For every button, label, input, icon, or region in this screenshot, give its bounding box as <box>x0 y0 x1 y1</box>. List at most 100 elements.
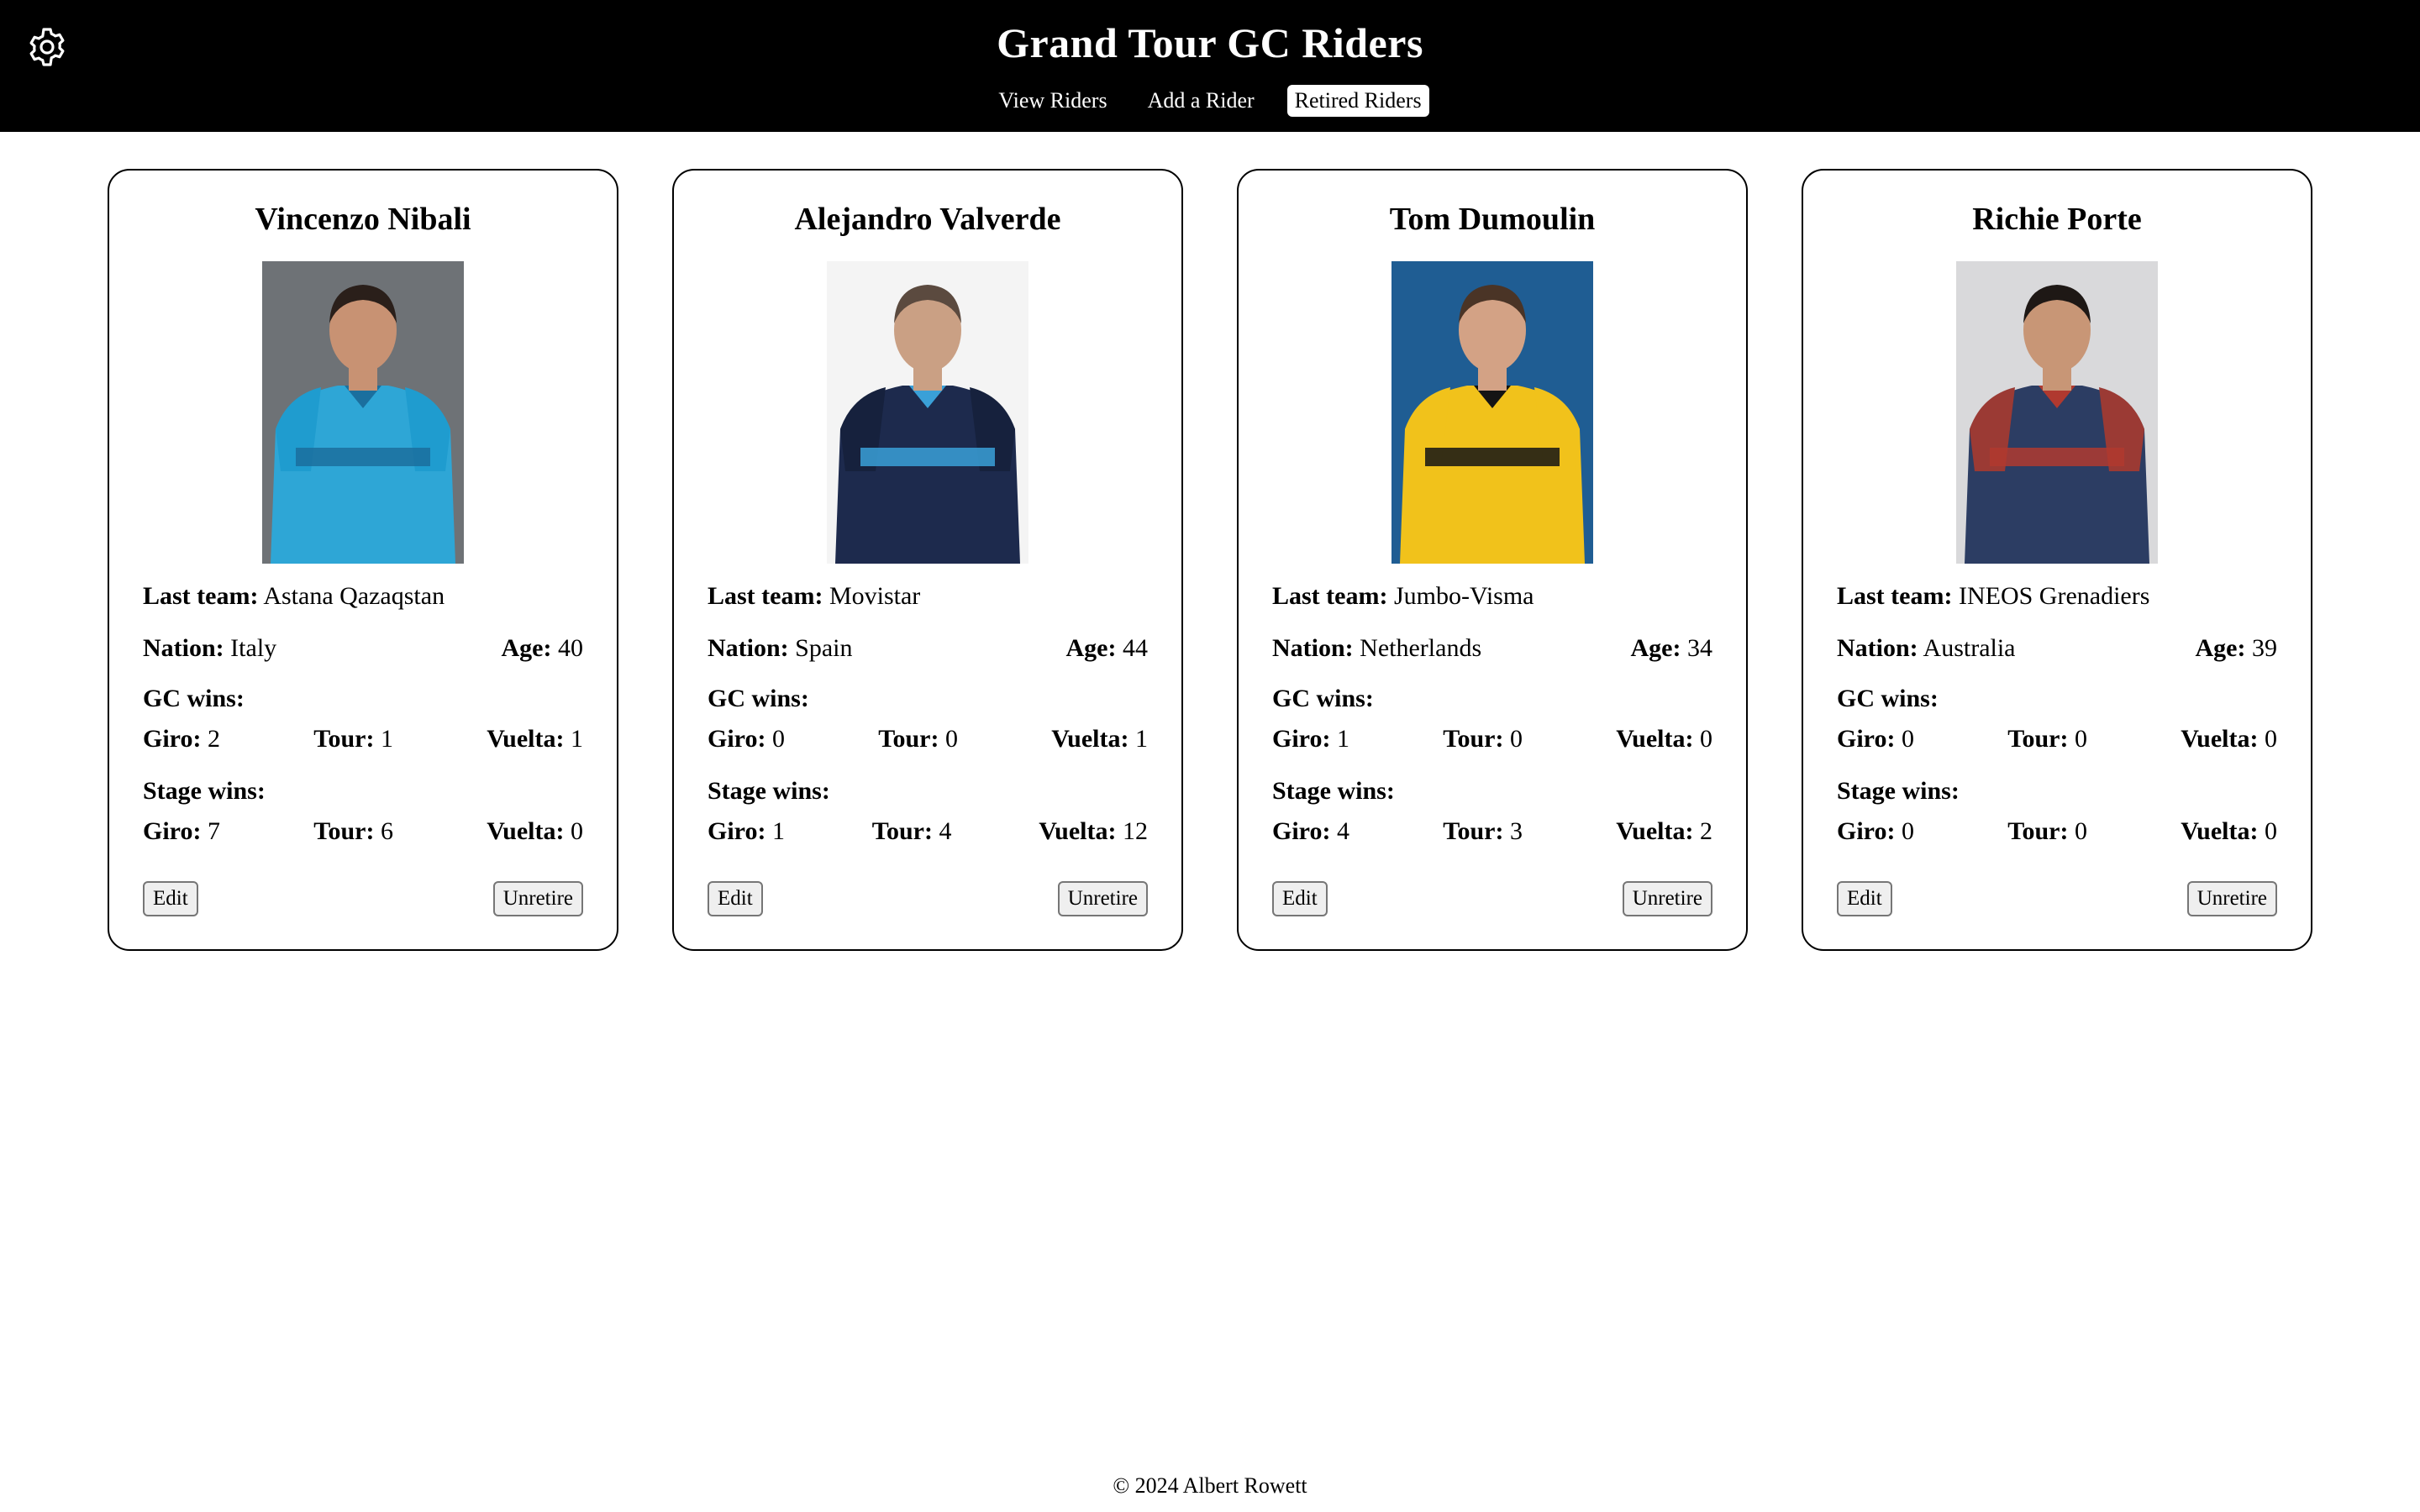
giro-label: Giro: <box>143 817 202 845</box>
gc-wins-heading: GC wins: <box>1272 684 1712 714</box>
gc-vuelta-value: 0 <box>2264 725 2277 753</box>
last-team-row: Last team: Movistar <box>708 581 1148 612</box>
rider-card: Richie Porte Last team: INEOS Grenadiers… <box>1802 169 2312 951</box>
stage-tour-value: 3 <box>1509 817 1523 845</box>
site-header: Grand Tour GC Riders View Riders Add a R… <box>0 0 2420 132</box>
unretire-button[interactable]: Unretire <box>2186 881 2277 916</box>
edit-button[interactable]: Edit <box>1272 881 1328 916</box>
unretire-button[interactable]: Unretire <box>1622 881 1712 916</box>
gc-giro-value: 0 <box>1901 725 1914 753</box>
age-value: 44 <box>1123 634 1148 662</box>
nation-value: Netherlands <box>1360 634 1482 662</box>
tour-label: Tour: <box>1443 817 1504 845</box>
edit-button[interactable]: Edit <box>1837 881 1892 916</box>
stage-wins-heading: Stage wins: <box>1837 776 2277 806</box>
stage-wins-row: Giro: 7 Tour: 6 Vuelta: 0 <box>143 816 583 847</box>
tour-label: Tour: <box>1443 725 1504 753</box>
last-team-value: Jumbo-Visma <box>1393 582 1534 610</box>
gc-wins-label: GC wins: <box>708 685 809 712</box>
nation-age-row: Nation: Australia Age: 39 <box>1837 633 2277 664</box>
stage-tour-value: 4 <box>939 817 952 845</box>
last-team-label: Last team: <box>708 582 823 610</box>
nation-age-row: Nation: Netherlands Age: 34 <box>1272 633 1712 664</box>
rider-photo <box>1956 261 2158 564</box>
stage-wins-row: Giro: 0 Tour: 0 Vuelta: 0 <box>1837 816 2277 847</box>
nation-value: Italy <box>230 634 277 662</box>
gc-wins-row: Giro: 0 Tour: 0 Vuelta: 1 <box>708 724 1148 754</box>
vuelta-label: Vuelta: <box>1051 725 1129 753</box>
tour-label: Tour: <box>2007 817 2069 845</box>
rider-portrait <box>262 261 464 564</box>
nation-value: Spain <box>795 634 853 662</box>
tour-label: Tour: <box>2007 725 2069 753</box>
stage-giro-value: 7 <box>207 817 220 845</box>
giro-label: Giro: <box>143 725 202 753</box>
age-value: 40 <box>558 634 583 662</box>
gc-wins-row: Giro: 2 Tour: 1 Vuelta: 1 <box>143 724 583 754</box>
stage-vuelta-value: 2 <box>1699 817 1712 845</box>
age-value: 34 <box>1687 634 1712 662</box>
rider-name: Richie Porte <box>1972 202 2142 237</box>
age-label: Age: <box>1065 634 1117 662</box>
rider-card: Tom Dumoulin Last team: Jumbo-Visma Nati… <box>1237 169 1748 951</box>
stage-wins-row: Giro: 1 Tour: 4 Vuelta: 12 <box>708 816 1148 847</box>
nav-add-rider[interactable]: Add a Rider <box>1140 85 1262 117</box>
stage-wins-heading: Stage wins: <box>1272 776 1712 806</box>
nav-retired-riders[interactable]: Retired Riders <box>1286 85 1429 117</box>
gc-vuelta-value: 0 <box>1699 725 1712 753</box>
rider-photo <box>262 261 464 564</box>
stage-wins-label: Stage wins: <box>1837 777 1960 805</box>
gc-wins-heading: GC wins: <box>1837 684 2277 714</box>
nation-age-row: Nation: Italy Age: 40 <box>143 633 583 664</box>
gc-wins-label: GC wins: <box>1837 685 1939 712</box>
giro-label: Giro: <box>1837 725 1896 753</box>
nation-age-row: Nation: Spain Age: 44 <box>708 633 1148 664</box>
rider-name: Alejandro Valverde <box>794 202 1061 237</box>
stage-tour-value: 0 <box>2074 817 2087 845</box>
age-label: Age: <box>2195 634 2246 662</box>
nav-view-riders[interactable]: View Riders <box>991 85 1114 117</box>
rider-cards: Vincenzo Nibali Last team: Astana Qazaqs… <box>108 169 2312 951</box>
gc-giro-value: 1 <box>1336 725 1349 753</box>
last-team-label: Last team: <box>1837 582 1953 610</box>
unretire-button[interactable]: Unretire <box>492 881 583 916</box>
vuelta-label: Vuelta: <box>1039 817 1117 845</box>
stage-wins-label: Stage wins: <box>143 777 266 805</box>
gc-wins-heading: GC wins: <box>708 684 1148 714</box>
stage-vuelta-value: 0 <box>2264 817 2277 845</box>
rider-card: Vincenzo Nibali Last team: Astana Qazaqs… <box>108 169 618 951</box>
gc-giro-value: 0 <box>771 725 785 753</box>
vuelta-label: Vuelta: <box>2181 725 2259 753</box>
gc-wins-row: Giro: 1 Tour: 0 Vuelta: 0 <box>1272 724 1712 754</box>
edit-button[interactable]: Edit <box>708 881 763 916</box>
last-team-value: INEOS Grenadiers <box>1958 582 2150 610</box>
last-team-label: Last team: <box>143 582 259 610</box>
stage-wins-heading: Stage wins: <box>143 776 583 806</box>
main-nav: View Riders Add a Rider Retired Riders <box>0 85 2420 117</box>
gc-tour-value: 0 <box>944 725 958 753</box>
tour-label: Tour: <box>871 817 933 845</box>
unretire-button[interactable]: Unretire <box>1057 881 1148 916</box>
rider-portrait <box>1392 261 1593 564</box>
nation-label: Nation: <box>143 634 224 662</box>
stage-vuelta-value: 12 <box>1122 817 1148 845</box>
stage-giro-value: 0 <box>1901 817 1914 845</box>
last-team-value: Astana Qazaqstan <box>263 582 445 610</box>
gc-wins-label: GC wins: <box>143 685 245 712</box>
edit-button[interactable]: Edit <box>143 881 198 916</box>
last-team-label: Last team: <box>1272 582 1388 610</box>
age-value: 39 <box>2252 634 2277 662</box>
stage-giro-value: 4 <box>1336 817 1349 845</box>
rider-portrait <box>1956 261 2158 564</box>
giro-label: Giro: <box>1272 725 1331 753</box>
tour-label: Tour: <box>313 817 375 845</box>
page-title: Grand Tour GC Riders <box>997 19 1423 66</box>
gc-wins-row: Giro: 0 Tour: 0 Vuelta: 0 <box>1837 724 2277 754</box>
rider-name: Vincenzo Nibali <box>255 202 471 237</box>
last-team-value: Movistar <box>829 582 921 610</box>
giro-label: Giro: <box>1272 817 1331 845</box>
stage-tour-value: 6 <box>380 817 393 845</box>
footer-copyright: © 2024 Albert Rowett <box>1113 1473 1307 1498</box>
stage-giro-value: 1 <box>771 817 785 845</box>
stage-wins-label: Stage wins: <box>708 777 830 805</box>
